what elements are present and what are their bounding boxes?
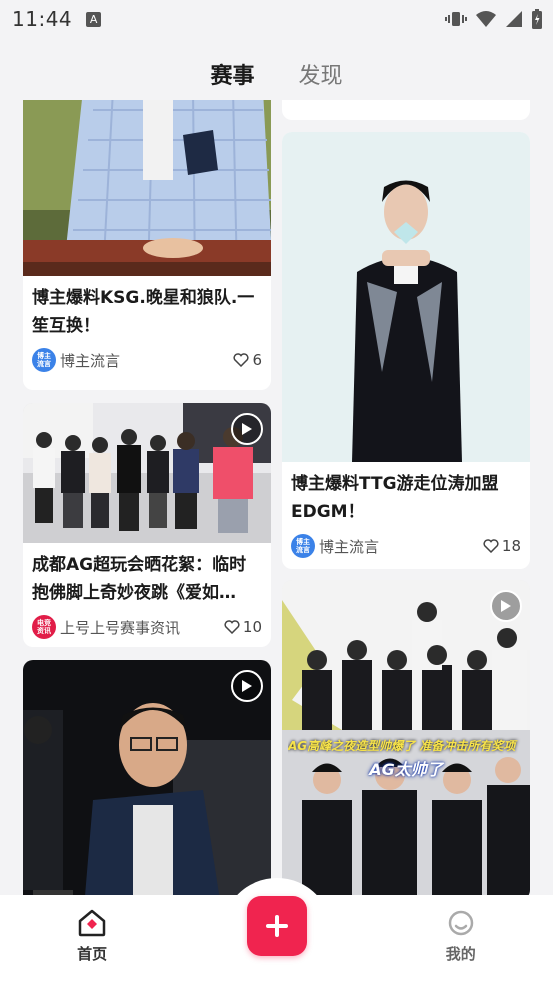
like-count[interactable]: 6 — [233, 351, 262, 369]
home-icon — [78, 909, 106, 937]
card-meta: 博主 流言 博主流言 18 — [282, 526, 530, 560]
status-icons — [445, 9, 543, 29]
nav-profile-label: 我的 — [445, 945, 476, 963]
content-feed[interactable]: 博主爆料KSG.晚星和狼队.一笙互换！ 博主 流言 博主流言 6 成都AG超玩会… — [0, 100, 553, 895]
play-button[interactable] — [490, 590, 522, 622]
vibrate-icon — [445, 12, 467, 26]
card-thumbnail — [282, 132, 530, 462]
card-author[interactable]: 博主 流言 博主流言 — [291, 534, 379, 558]
nav-profile[interactable]: 我的 — [401, 895, 521, 964]
feed-card[interactable]: AG高峰之夜造型帅爆了 准备冲击所有奖项 AG太帅了 — [282, 580, 530, 895]
top-tabs: 赛事 发现 — [0, 58, 553, 98]
card-author[interactable]: 博主 流言 博主流言 — [32, 348, 120, 372]
heart-icon — [224, 620, 240, 634]
author-name: 博主流言 — [319, 537, 380, 556]
nav-home[interactable]: 首页 — [32, 895, 152, 964]
video-caption-1: AG高峰之夜造型帅爆了 准备冲击所有奖项 — [288, 739, 516, 753]
feed-card[interactable]: 博主爆料TTG游走位涛加盟EDGM！ 博主 流言 博主流言 18 — [282, 132, 530, 569]
play-icon — [501, 600, 511, 612]
status-bar: 11:44 A — [0, 0, 553, 38]
feed-card[interactable]: 成都AG超玩会晒花絮：临时抱佛脚上奇妙夜跳《爱如… 电竞 资讯 上号上号赛事资讯 … — [23, 403, 271, 647]
author-name: 博主流言 — [60, 351, 121, 370]
card-title: 成都AG超玩会晒花絮：临时抱佛脚上奇妙夜跳《爱如… — [32, 555, 247, 603]
feed-card[interactable]: 博主爆料KSG.晚星和狼队.一笙互换！ 博主 流言 博主流言 6 — [23, 100, 271, 390]
card-thumbnail — [23, 660, 271, 895]
heart-icon — [483, 539, 499, 553]
card-title: 博主爆料TTG游走位涛加盟EDGM！ — [291, 474, 499, 522]
create-post-button[interactable] — [247, 896, 307, 956]
card-meta: 博主 流言 博主流言 6 — [23, 340, 271, 374]
author-name: 上号上号赛事资讯 — [60, 618, 181, 637]
card-thumbnail — [23, 100, 271, 276]
card-meta: 电竞 资讯 上号上号赛事资讯 10 — [23, 607, 271, 641]
card-thumbnail: AG高峰之夜造型帅爆了 准备冲击所有奖项 AG太帅了 — [282, 580, 530, 895]
notification-icon: A — [86, 11, 102, 27]
like-number: 18 — [501, 537, 521, 555]
card-title: 博主爆料KSG.晚星和狼队.一笙互换！ — [32, 288, 255, 336]
wifi-icon — [476, 11, 496, 27]
feed-card[interactable] — [23, 660, 271, 895]
author-avatar: 博主 流言 — [32, 348, 56, 372]
card-thumbnail — [23, 403, 271, 543]
play-icon — [242, 680, 252, 692]
tab-discover[interactable]: 发现 — [299, 58, 343, 98]
like-count[interactable]: 18 — [483, 537, 521, 555]
status-time: 11:44 — [12, 7, 73, 31]
play-icon — [242, 423, 252, 435]
author-avatar: 博主 流言 — [291, 534, 315, 558]
author-avatar: 电竞 资讯 — [32, 615, 56, 639]
profile-icon — [448, 910, 474, 936]
play-button[interactable] — [231, 670, 263, 702]
battery-icon — [532, 9, 542, 29]
video-caption-2: AG太帅了 — [369, 760, 443, 779]
nav-home-label: 首页 — [77, 945, 108, 963]
card-author[interactable]: 电竞 资讯 上号上号赛事资讯 — [32, 615, 180, 639]
like-number: 6 — [252, 351, 262, 369]
signal-icon — [506, 11, 522, 27]
like-count[interactable]: 10 — [224, 618, 262, 636]
heart-icon — [233, 353, 249, 367]
tab-events[interactable]: 赛事 — [210, 58, 254, 98]
feed-card[interactable] — [282, 100, 530, 120]
play-button[interactable] — [231, 413, 263, 445]
like-number: 10 — [242, 618, 262, 636]
plus-icon — [266, 915, 288, 937]
